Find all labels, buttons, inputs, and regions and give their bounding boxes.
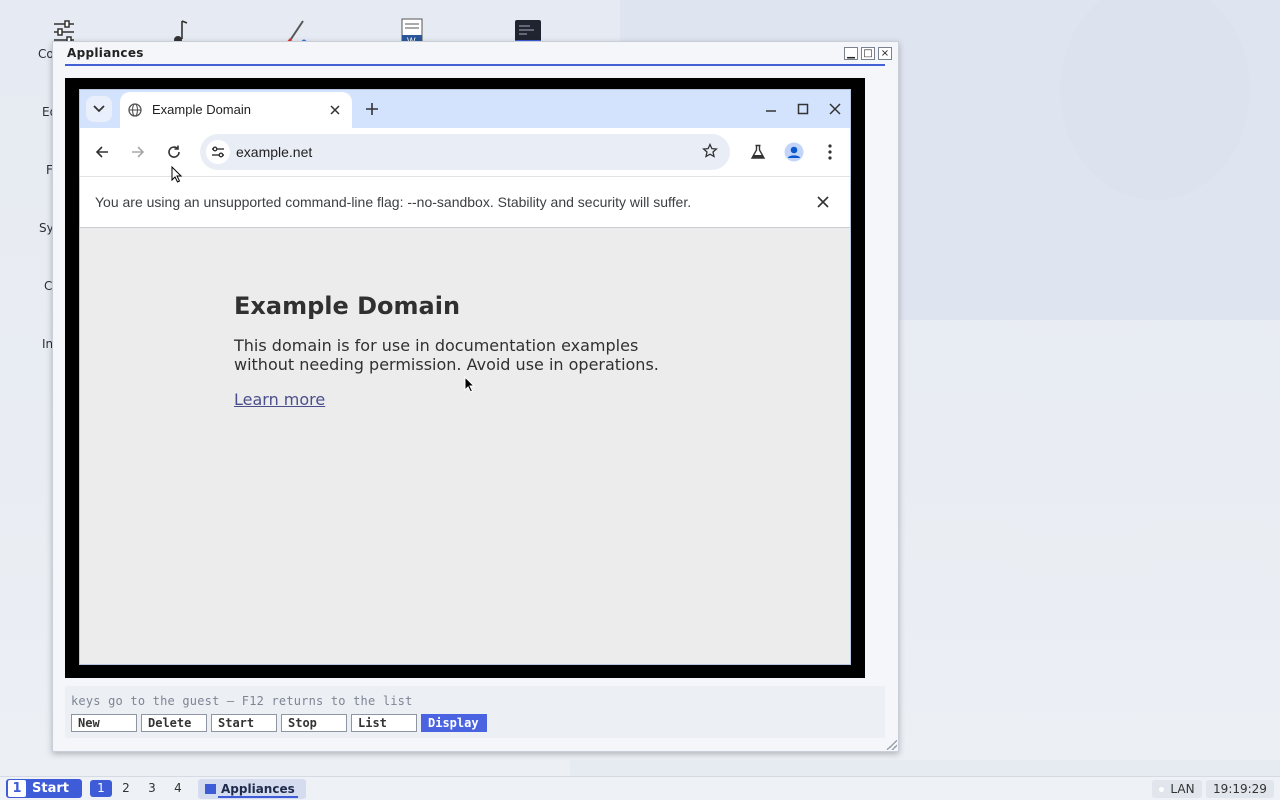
task-appliances[interactable]: Appliances xyxy=(198,779,306,799)
title-divider xyxy=(65,64,885,66)
wallpaper-band xyxy=(570,760,1280,776)
kebab-menu-icon xyxy=(828,144,832,160)
arrow-right-icon xyxy=(132,146,145,158)
page-body-text: This domain is for use in documentation … xyxy=(234,336,659,374)
mouse-pointer-icon xyxy=(464,376,475,393)
learn-more-link[interactable]: Learn more xyxy=(234,390,325,409)
close-icon xyxy=(817,196,829,208)
globe-icon xyxy=(128,103,142,117)
start-logo-icon: 1 xyxy=(8,780,26,797)
page-content: Example Domain This domain is for use in… xyxy=(80,228,850,664)
infobar-message: You are using an unsupported command-lin… xyxy=(95,194,692,210)
address-bar[interactable]: example.net xyxy=(200,134,730,170)
reload-button[interactable] xyxy=(160,138,188,166)
keyboard-hint: keys go to the guest – F12 returns to th… xyxy=(71,694,413,708)
start-button[interactable]: Start xyxy=(211,714,277,732)
arrow-left-icon xyxy=(95,146,108,158)
minimize-icon xyxy=(766,110,776,112)
window-controls: ▁ □ × xyxy=(844,47,892,60)
delete-button[interactable]: Delete xyxy=(141,714,207,732)
taskbar: 1 Start 1 2 3 4 Appliances LAN 19:19:29 xyxy=(0,776,1280,800)
stop-button[interactable]: Stop xyxy=(281,714,347,732)
browser-toolbar: example.net xyxy=(80,128,850,176)
workspace-2[interactable]: 2 xyxy=(115,780,137,797)
chevron-down-icon xyxy=(93,105,105,113)
tab-title: Example Domain xyxy=(152,102,251,117)
workspace-3[interactable]: 3 xyxy=(141,780,163,797)
bookmark-button[interactable] xyxy=(702,142,718,164)
close-button[interactable]: × xyxy=(878,47,892,60)
network-status-dot xyxy=(1159,786,1165,792)
profile-button[interactable] xyxy=(780,138,808,166)
tab-strip: Example Domain xyxy=(80,90,850,128)
warning-infobar: You are using an unsupported command-lin… xyxy=(80,176,850,228)
clock[interactable]: 19:19:29 xyxy=(1206,780,1274,798)
tab-close-button[interactable] xyxy=(326,101,344,119)
new-button[interactable]: New xyxy=(71,714,137,732)
back-button[interactable] xyxy=(88,138,116,166)
list-button[interactable]: List xyxy=(351,714,417,732)
browser-minimize-button[interactable] xyxy=(761,99,781,119)
display-button[interactable]: Display xyxy=(421,714,487,732)
page-heading: Example Domain xyxy=(234,292,461,320)
avatar-icon xyxy=(784,142,804,162)
forward-button[interactable] xyxy=(124,138,152,166)
menu-button[interactable] xyxy=(816,138,844,166)
window-title[interactable]: Appliances xyxy=(67,46,144,60)
window-icon xyxy=(205,784,216,794)
control-panel: keys go to the guest – F12 returns to th… xyxy=(65,686,885,738)
reload-icon xyxy=(168,145,180,158)
panel-buttons: New Delete Start Stop List Display xyxy=(71,714,487,732)
site-info-button[interactable] xyxy=(206,140,230,164)
workspace-1[interactable]: 1 xyxy=(90,780,112,797)
flask-icon xyxy=(750,144,766,159)
minimize-button[interactable]: ▁ xyxy=(844,47,858,60)
start-label: Start xyxy=(32,781,69,796)
tab-example-domain[interactable]: Example Domain xyxy=(120,92,352,128)
resize-grip[interactable] xyxy=(887,740,897,750)
mouse-pointer-icon xyxy=(171,166,182,183)
url-text[interactable]: example.net xyxy=(236,144,312,160)
start-button[interactable]: 1 Start xyxy=(6,779,82,798)
tune-icon xyxy=(212,146,224,158)
workspace-4[interactable]: 4 xyxy=(167,780,189,797)
plus-icon xyxy=(366,103,378,115)
tab-search-button[interactable] xyxy=(86,96,112,122)
star-icon xyxy=(702,142,718,158)
labs-button[interactable] xyxy=(744,138,772,166)
network-indicator[interactable]: LAN xyxy=(1152,780,1202,798)
close-icon xyxy=(829,103,841,115)
browser-close-button[interactable] xyxy=(825,99,845,119)
task-label: Appliances xyxy=(221,782,295,796)
maximize-button[interactable]: □ xyxy=(861,47,875,60)
maximize-icon xyxy=(797,103,809,115)
network-label: LAN xyxy=(1170,782,1195,796)
close-icon xyxy=(330,105,340,115)
infobar-close-button[interactable] xyxy=(814,193,832,211)
task-active-indicator xyxy=(218,796,298,798)
browser-maximize-button[interactable] xyxy=(793,99,813,119)
new-tab-button[interactable] xyxy=(362,99,382,119)
